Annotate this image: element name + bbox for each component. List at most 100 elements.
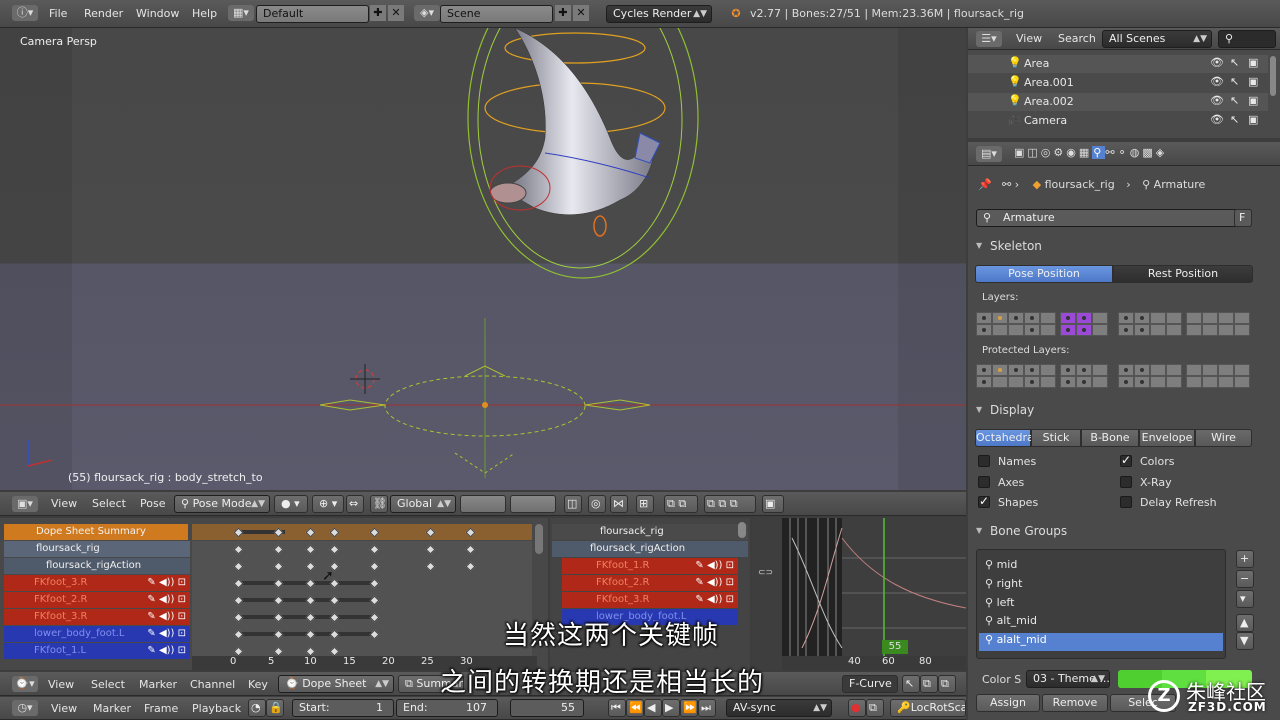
graph-editor[interactable]: ⊂⊃ 55 40 60 80 <box>752 518 966 670</box>
armature-datablock-field[interactable]: ⚲ Armature <box>976 209 1252 227</box>
layer-cell[interactable] <box>1150 324 1166 336</box>
layer-buttons-b[interactable] <box>510 495 556 513</box>
scene-selector[interactable]: Scene <box>440 5 553 23</box>
layout-selector[interactable]: Default <box>256 5 369 23</box>
rest-position-button[interactable]: Rest Position <box>1113 265 1253 283</box>
dopesheet-menu-key[interactable]: Key <box>248 677 268 693</box>
current-frame-field[interactable]: 55 <box>510 699 584 717</box>
layer-cell[interactable] <box>1092 364 1108 376</box>
layer-cell[interactable] <box>1134 364 1150 376</box>
layer-cell[interactable] <box>1150 364 1166 376</box>
nla-channel-row[interactable]: FKfoot_3.R ✎ ◀)) ⊡ <box>562 592 738 608</box>
viewport-menu-select[interactable]: Select <box>92 496 126 512</box>
layer-cell[interactable] <box>1092 324 1108 336</box>
layer-cell[interactable] <box>1118 376 1134 388</box>
properties-editor[interactable]: ▤▾ ▣◫◎⚙◉▦⚲⚯⚬◍▩◈ 📌 ⚯ › ◆ floursack_rig › … <box>968 142 1280 720</box>
layer-cell[interactable] <box>992 312 1008 324</box>
layer-cell[interactable] <box>1234 324 1250 336</box>
mode-dropdown[interactable]: ⚲ Pose Mode ▲▼ <box>174 495 270 513</box>
render-engine-dropdown[interactable]: Cycles Render ▲▼ <box>606 5 712 23</box>
layer-cell[interactable] <box>992 376 1008 388</box>
remove-layout-icon[interactable]: ✕ <box>388 5 404 21</box>
start-frame-field[interactable]: Start: 1 <box>292 699 394 717</box>
menu-window[interactable]: Window <box>136 6 179 22</box>
display-mode-envelope[interactable]: Envelope <box>1139 429 1195 447</box>
viewport-menu-pose[interactable]: Pose <box>140 496 165 512</box>
display-panel-title[interactable]: Display <box>974 400 1258 420</box>
nla-channel-row[interactable]: FKfoot_2.R ✎ ◀)) ⊡ <box>562 575 738 591</box>
editor-type-icon[interactable]: ⌚▾ <box>12 676 38 692</box>
jump-end-icon[interactable]: ⏭ <box>698 699 716 717</box>
layer-cell[interactable] <box>1076 364 1092 376</box>
layer-cell[interactable] <box>1118 324 1134 336</box>
layer-cell[interactable] <box>1134 312 1150 324</box>
eye-icon[interactable]: 👁 <box>1210 75 1224 88</box>
jump-start-icon[interactable]: ⏮ <box>608 699 626 717</box>
layer-cell[interactable] <box>1218 324 1234 336</box>
layer-cell[interactable] <box>1186 376 1202 388</box>
bone-groups-panel-title[interactable]: Bone Groups <box>974 521 1258 541</box>
add-scene-icon[interactable]: ✚ <box>555 5 571 21</box>
editor-type-icon[interactable]: ▣▾ <box>12 496 38 512</box>
display-mode-bbone[interactable]: B-Bone <box>1081 429 1139 447</box>
viewport-3d[interactable]: Camera Persp (55) floursack_rig: body_s… <box>0 28 966 490</box>
transform-orientation-icon[interactable]: ⛓ <box>370 495 388 513</box>
bone-group-item[interactable]: ⚲ alalt_mid <box>979 633 1223 651</box>
jump-key-forward-icon[interactable]: ⏩ <box>680 699 698 717</box>
outliner[interactable]: ☰▾ View Search All Scenes ▲▼ ⚲ 💡 Area 👁 ↖… <box>968 28 1280 138</box>
layer-cell[interactable] <box>1060 376 1076 388</box>
layer-cell[interactable] <box>1234 312 1250 324</box>
layer-cell[interactable] <box>1134 324 1150 336</box>
play-icon[interactable]: ▶ <box>662 699 680 717</box>
editor-type-icon[interactable]: ▤▾ <box>976 146 1002 162</box>
fcurve-mode[interactable]: F-Curve <box>842 675 898 693</box>
axes-checkbox[interactable] <box>978 476 990 488</box>
layers-grid[interactable] <box>976 312 1256 338</box>
layer-buttons-a[interactable] <box>460 495 506 513</box>
remove-button[interactable]: Remove <box>1042 694 1108 712</box>
layer-cell[interactable] <box>1008 324 1024 336</box>
channel-row[interactable]: FKfoot_1.L ✎ ◀)) ⊡ <box>4 643 190 659</box>
layer-cell[interactable] <box>1024 312 1040 324</box>
layer-cell[interactable] <box>1186 324 1202 336</box>
remove-bone-group-icon[interactable]: − <box>1236 570 1254 588</box>
skeleton-panel-title[interactable]: Skeleton <box>974 236 1258 256</box>
pose-paste-icon[interactable]: ⧉ ⧉ ⧉ <box>704 495 756 513</box>
layer-cell[interactable] <box>1060 312 1076 324</box>
layer-cell[interactable] <box>1166 364 1182 376</box>
layer-cell[interactable] <box>976 324 992 336</box>
blender-logo-icon[interactable]: ⓘ▾ <box>12 5 38 21</box>
protected-layers-grid[interactable] <box>976 364 1256 390</box>
layer-cell[interactable] <box>1092 312 1108 324</box>
nla-object-row[interactable]: floursack_rig <box>552 524 748 540</box>
layer-cell[interactable] <box>1134 376 1150 388</box>
bone-groups-list[interactable]: ⚲ mid ⚲ right ⚲ left ⚲ alt_mid ⚲ alalt_m… <box>976 549 1226 659</box>
dopesheet-menu-select[interactable]: Select <box>91 677 125 693</box>
lock-camera-icon[interactable]: ◫ <box>564 495 582 513</box>
current-frame-badge[interactable]: 55 <box>882 640 908 654</box>
layer-cell[interactable] <box>1008 364 1024 376</box>
pose-position-button[interactable]: Pose Position <box>975 265 1113 283</box>
dopesheet-menu-marker[interactable]: Marker <box>139 677 177 693</box>
viewport-menu-view[interactable]: View <box>51 496 77 512</box>
bone-group-item[interactable]: ⚲ alt_mid <box>979 614 1223 632</box>
layer-cell[interactable] <box>1234 364 1250 376</box>
layer-cell[interactable] <box>1202 376 1218 388</box>
layer-cell[interactable] <box>1076 324 1092 336</box>
outliner-row[interactable]: 🎥 Camera 👁 ↖ ▣ <box>968 112 1268 130</box>
channel-row[interactable]: FKfoot_2.R ✎ ◀)) ⊡ <box>4 592 190 608</box>
camera-render-icon[interactable]: ▣ <box>1248 56 1258 69</box>
add-bone-group-icon[interactable]: + <box>1236 550 1254 568</box>
fake-user-button[interactable]: F <box>1234 209 1252 227</box>
layer-cell[interactable] <box>1166 376 1182 388</box>
layer-cell[interactable] <box>1008 312 1024 324</box>
eye-icon[interactable]: 👁 <box>1210 94 1224 107</box>
menu-help[interactable]: Help <box>192 6 217 22</box>
shapes-checkbox[interactable] <box>978 494 990 508</box>
layer-cell[interactable] <box>1040 364 1056 376</box>
scene-icon[interactable]: ◈▾ <box>414 5 440 21</box>
display-mode-wire[interactable]: Wire <box>1195 429 1252 447</box>
pin-icon[interactable]: 📌 <box>978 178 992 191</box>
layer-cell[interactable] <box>1218 376 1234 388</box>
layer-cell[interactable] <box>1118 312 1134 324</box>
